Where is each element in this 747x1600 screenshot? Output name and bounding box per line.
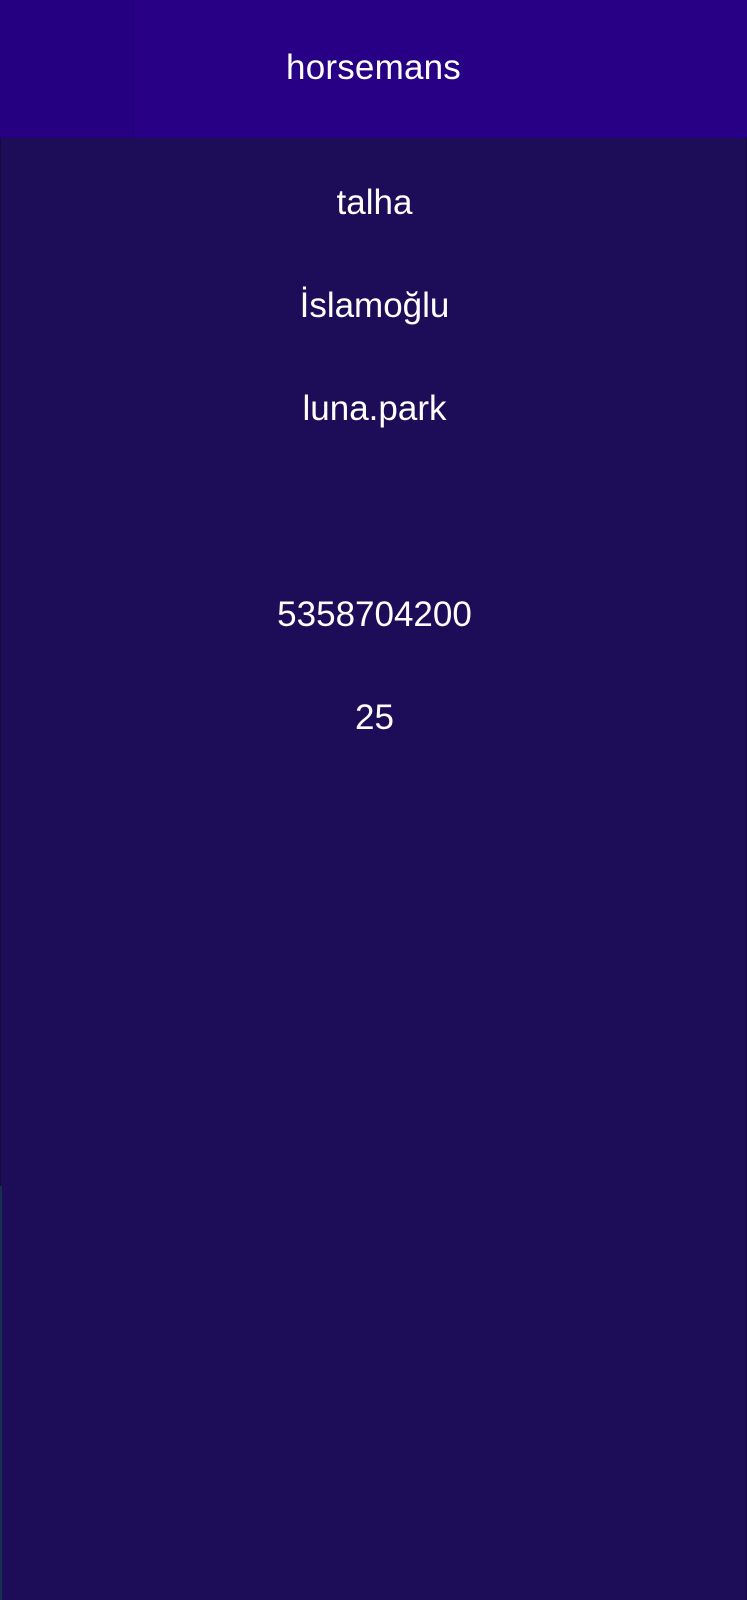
first-name-text: talha: [336, 183, 413, 222]
profile-content: talha İslamoğlu luna.park 5358704200 25: [0, 138, 747, 1600]
app-bar-leading-area: [0, 0, 134, 138]
phone-text: 5358704200: [277, 595, 472, 634]
age-text: 25: [355, 698, 394, 737]
app-title: horsemans: [286, 48, 461, 87]
username-text: luna.park: [302, 389, 447, 428]
screen-edge: [0, 1186, 2, 1600]
app-bar: horsemans: [0, 0, 747, 138]
last-name-text: İslamoğlu: [299, 286, 450, 325]
email-text: [1, 492, 747, 532]
